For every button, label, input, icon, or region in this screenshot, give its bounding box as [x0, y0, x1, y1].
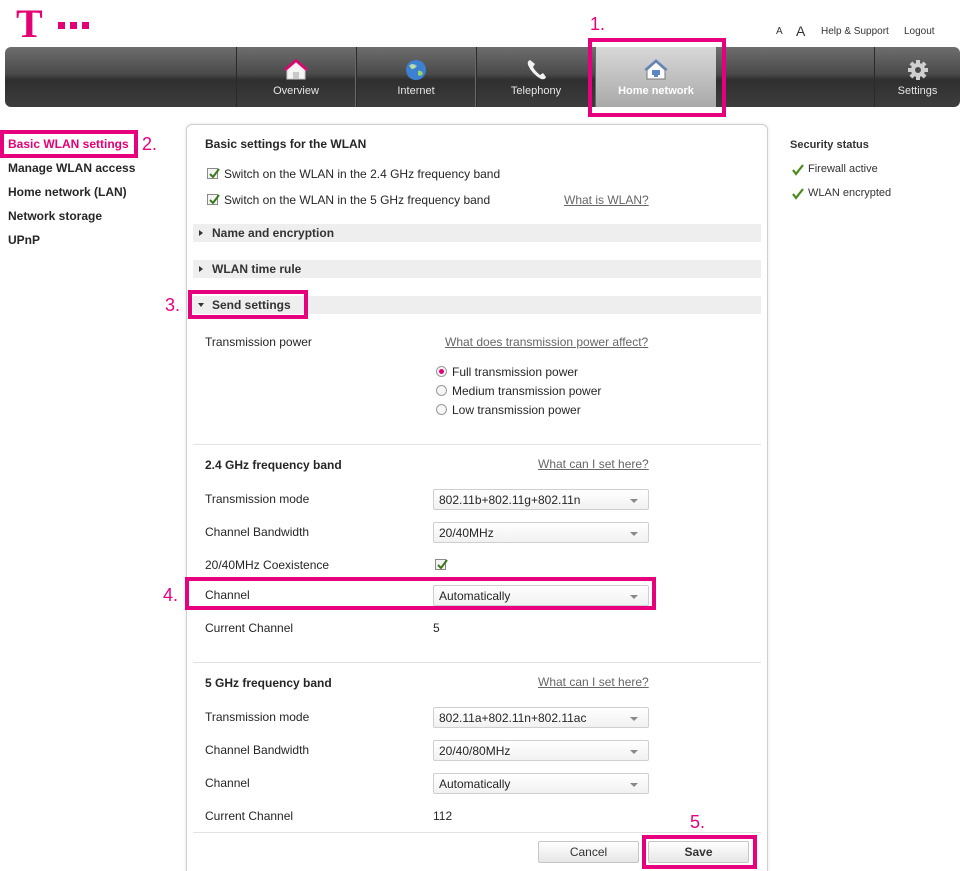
- band-5-mode-label: Transmission mode: [205, 710, 310, 724]
- select-value: Automatically: [439, 777, 511, 791]
- telekom-logo[interactable]: T: [16, 4, 43, 44]
- annotation-3: 3.: [165, 295, 181, 315]
- logo-dot: [70, 22, 77, 29]
- radio-low-power[interactable]: [436, 404, 447, 415]
- band-5-current-channel-value: 112: [433, 809, 453, 823]
- band-5-help-link[interactable]: What can I set here?: [538, 675, 649, 689]
- band-24-current-channel-label: Current Channel: [205, 621, 294, 635]
- checkmark-icon: [209, 194, 220, 205]
- checkmark-icon: [209, 168, 220, 179]
- logout-link[interactable]: Logout: [904, 26, 935, 37]
- nav-settings[interactable]: Settings: [874, 47, 960, 107]
- band-5-bandwidth-select[interactable]: 20/40/80MHz: [433, 740, 649, 761]
- sidebar-item-upnp[interactable]: UPnP: [8, 233, 40, 247]
- coexistence-label: 20/40MHz Coexistence: [205, 558, 330, 572]
- annotation-box-home-network: [588, 38, 726, 117]
- section-time-rule[interactable]: WLAN time rule: [193, 260, 761, 278]
- band-5-channel-label: Channel: [205, 776, 250, 790]
- band-24-help-link[interactable]: What can I set here?: [538, 457, 649, 471]
- check-icon: [792, 164, 804, 176]
- wlan-24-checkbox[interactable]: [207, 168, 220, 179]
- sidebar-item-network-storage[interactable]: Network storage: [8, 209, 102, 223]
- band-24-title: 2.4 GHz frequency band: [205, 458, 342, 472]
- radio-full-power[interactable]: [436, 366, 447, 377]
- annotation-box-channel: [185, 577, 656, 610]
- select-value: 802.11a+802.11n+802.11ac: [439, 711, 587, 725]
- select-value: 802.11b+802.11g+802.11n: [439, 493, 581, 507]
- font-size-small-button[interactable]: A: [776, 26, 783, 37]
- section-name-encryption[interactable]: Name and encryption: [193, 224, 761, 242]
- band-5-mode-select[interactable]: 802.11a+802.11n+802.11ac: [433, 707, 649, 728]
- radio-low-power-label: Low transmission power: [452, 403, 581, 417]
- section-title: Name and encryption: [212, 226, 335, 240]
- checkmark-icon: [437, 559, 448, 570]
- wlan-5-label: Switch on the WLAN in the 5 GHz frequenc…: [224, 193, 491, 207]
- nav-overview[interactable]: Overview: [236, 47, 356, 107]
- nav-internet[interactable]: Internet: [356, 47, 476, 107]
- cancel-button[interactable]: Cancel: [538, 841, 639, 863]
- logo-dot: [82, 22, 89, 29]
- gear-icon: [907, 60, 928, 80]
- coexistence-checkbox[interactable]: [435, 559, 448, 570]
- select-value: 20/40MHz: [439, 526, 494, 540]
- chevron-down-icon: [630, 717, 638, 721]
- wlan-encryption-status: WLAN encrypted: [808, 187, 892, 199]
- phone-icon: [527, 60, 546, 80]
- chevron-down-icon: [630, 750, 638, 754]
- home-icon: [284, 59, 308, 80]
- check-icon: [792, 188, 804, 200]
- band-5-title: 5 GHz frequency band: [205, 676, 332, 690]
- wlan-24-label: Switch on the WLAN in the 2.4 GHz freque…: [224, 167, 501, 181]
- nav-label: Overview: [273, 85, 319, 97]
- select-value: 20/40/80MHz: [439, 744, 511, 758]
- section-title: WLAN time rule: [212, 262, 302, 276]
- nav-telephony[interactable]: Telephony: [476, 47, 596, 107]
- transmission-power-help-link[interactable]: What does transmission power affect?: [445, 335, 648, 349]
- divider: [193, 662, 761, 663]
- band-24-bandwidth-select[interactable]: 20/40MHz: [433, 522, 649, 543]
- firewall-status: Firewall active: [808, 163, 878, 175]
- band-24-current-channel-value: 5: [433, 621, 440, 635]
- annotation-1: 1.: [590, 14, 606, 34]
- page-title: Basic settings for the WLAN: [205, 137, 367, 151]
- logo-dot: [58, 22, 65, 29]
- divider: [193, 444, 761, 445]
- band-5-current-channel-label: Current Channel: [205, 809, 294, 823]
- annotation-4: 4.: [163, 585, 179, 605]
- divider: [193, 832, 761, 833]
- radio-medium-power-label: Medium transmission power: [452, 384, 602, 398]
- annotation-box-save: [642, 835, 757, 869]
- band-5-bandwidth-label: Channel Bandwidth: [205, 743, 310, 757]
- annotation-5: 5.: [690, 812, 706, 832]
- annotation-box-basic-wlan: [0, 130, 138, 158]
- sidebar-item-manage-wlan[interactable]: Manage WLAN access: [8, 161, 135, 175]
- radio-full-power-label: Full transmission power: [452, 365, 579, 379]
- what-is-wlan-link[interactable]: What is WLAN?: [564, 193, 649, 207]
- expand-arrow-icon: [199, 266, 203, 272]
- sidebar-item-home-network-lan[interactable]: Home network (LAN): [8, 185, 127, 199]
- band-24-bandwidth-label: Channel Bandwidth: [205, 525, 310, 539]
- transmission-power-label: Transmission power: [205, 335, 312, 349]
- annotation-2: 2.: [142, 134, 158, 154]
- security-status-title: Security status: [790, 139, 869, 151]
- help-support-link[interactable]: Help & Support: [821, 26, 889, 37]
- chevron-down-icon: [630, 783, 638, 787]
- nav-label: Settings: [897, 85, 938, 97]
- chevron-down-icon: [630, 532, 638, 536]
- wlan-5-checkbox[interactable]: [207, 194, 220, 205]
- annotation-box-send-settings: [188, 290, 308, 319]
- band-24-mode-select[interactable]: 802.11b+802.11g+802.11n: [433, 489, 649, 510]
- chevron-down-icon: [630, 499, 638, 503]
- nav-label: Internet: [397, 85, 435, 97]
- band-24-mode-label: Transmission mode: [205, 492, 310, 506]
- nav-label: Telephony: [510, 85, 562, 97]
- globe-icon: [406, 60, 426, 80]
- band-5-channel-select[interactable]: Automatically: [433, 773, 649, 794]
- radio-medium-power[interactable]: [436, 385, 447, 396]
- font-size-large-button[interactable]: A: [796, 23, 805, 39]
- expand-arrow-icon: [199, 230, 203, 236]
